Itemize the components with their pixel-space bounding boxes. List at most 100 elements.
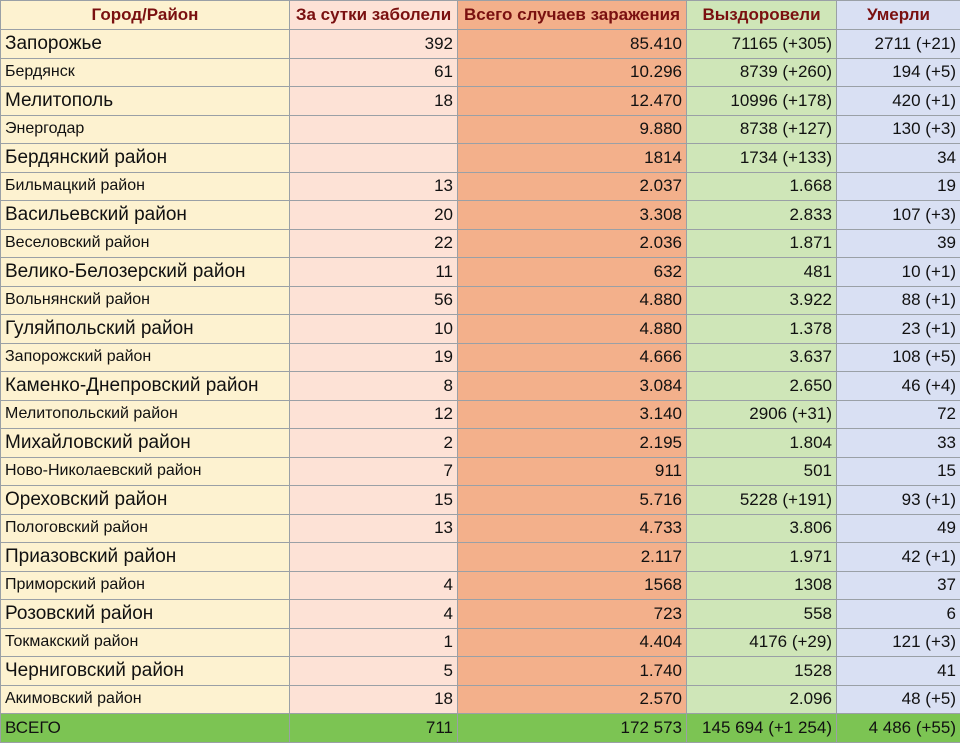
cell-total[interactable]: 12.470: [458, 87, 687, 116]
cell-total[interactable]: 3.140: [458, 400, 687, 429]
cell-recovered[interactable]: 2.096: [687, 685, 837, 714]
cell-total[interactable]: 3.084: [458, 372, 687, 401]
cell-total-died[interactable]: 4 486 (+55): [837, 714, 960, 743]
cell-died[interactable]: 93 (+1): [837, 486, 960, 515]
cell-died[interactable]: 41: [837, 657, 960, 686]
cell-recovered[interactable]: 1.804: [687, 429, 837, 458]
cell-died[interactable]: 15: [837, 457, 960, 486]
cell-total[interactable]: 10.296: [458, 58, 687, 87]
cell-total[interactable]: 4.404: [458, 628, 687, 657]
cell-recovered[interactable]: 71165 (+305): [687, 30, 837, 59]
cell-total-name[interactable]: ВСЕГО: [1, 714, 290, 743]
cell-name[interactable]: Мелитополь: [1, 87, 290, 116]
cell-name[interactable]: Вольнянский район: [1, 286, 290, 315]
cell-daily[interactable]: 13: [290, 514, 458, 543]
cell-daily[interactable]: 18: [290, 87, 458, 116]
cell-died[interactable]: 49: [837, 514, 960, 543]
cell-daily[interactable]: 12: [290, 400, 458, 429]
cell-died[interactable]: 33: [837, 429, 960, 458]
cell-name[interactable]: Бильмацкий район: [1, 172, 290, 201]
cell-daily[interactable]: 10: [290, 315, 458, 344]
cell-recovered[interactable]: 5228 (+191): [687, 486, 837, 515]
cell-name[interactable]: Васильевский район: [1, 201, 290, 230]
cell-name[interactable]: Мелитопольский район: [1, 400, 290, 429]
cell-died[interactable]: 39: [837, 229, 960, 258]
cell-died[interactable]: 420 (+1): [837, 87, 960, 116]
cell-total[interactable]: 5.716: [458, 486, 687, 515]
cell-total[interactable]: 1.740: [458, 657, 687, 686]
cell-daily[interactable]: 15: [290, 486, 458, 515]
cell-name[interactable]: Приморский район: [1, 571, 290, 600]
cell-daily[interactable]: 22: [290, 229, 458, 258]
cell-total[interactable]: 4.880: [458, 315, 687, 344]
cell-recovered[interactable]: 1.378: [687, 315, 837, 344]
cell-died[interactable]: 10 (+1): [837, 258, 960, 287]
cell-died[interactable]: 130 (+3): [837, 115, 960, 144]
cell-daily[interactable]: 20: [290, 201, 458, 230]
cell-died[interactable]: 46 (+4): [837, 372, 960, 401]
cell-daily[interactable]: 13: [290, 172, 458, 201]
cell-total[interactable]: 9.880: [458, 115, 687, 144]
cell-total[interactable]: 1814: [458, 144, 687, 173]
header-daily[interactable]: За сутки заболели: [290, 1, 458, 30]
cell-daily[interactable]: 5: [290, 657, 458, 686]
cell-daily[interactable]: [290, 144, 458, 173]
cell-daily[interactable]: 11: [290, 258, 458, 287]
cell-name[interactable]: Энергодар: [1, 115, 290, 144]
cell-daily[interactable]: 392: [290, 30, 458, 59]
cell-total[interactable]: 2.037: [458, 172, 687, 201]
cell-recovered[interactable]: 3.806: [687, 514, 837, 543]
cell-total[interactable]: 2.036: [458, 229, 687, 258]
header-recovered[interactable]: Выздоровели: [687, 1, 837, 30]
cell-daily[interactable]: 8: [290, 372, 458, 401]
cell-daily[interactable]: 2: [290, 429, 458, 458]
cell-recovered[interactable]: 2906 (+31): [687, 400, 837, 429]
cell-total[interactable]: 2.195: [458, 429, 687, 458]
cell-died[interactable]: 107 (+3): [837, 201, 960, 230]
cell-recovered[interactable]: 2.833: [687, 201, 837, 230]
cell-total[interactable]: 3.308: [458, 201, 687, 230]
cell-recovered[interactable]: 1734 (+133): [687, 144, 837, 173]
cell-name[interactable]: Бердянск: [1, 58, 290, 87]
cell-name[interactable]: Приазовский район: [1, 543, 290, 572]
cell-total[interactable]: 4.733: [458, 514, 687, 543]
cell-name[interactable]: Веселовский район: [1, 229, 290, 258]
cell-recovered[interactable]: 3.922: [687, 286, 837, 315]
cell-died[interactable]: 88 (+1): [837, 286, 960, 315]
cell-name[interactable]: Розовский район: [1, 600, 290, 629]
cell-name[interactable]: Пологовский район: [1, 514, 290, 543]
cell-died[interactable]: 108 (+5): [837, 343, 960, 372]
header-total[interactable]: Всего случаев заражения: [458, 1, 687, 30]
cell-recovered[interactable]: 1.971: [687, 543, 837, 572]
cell-died[interactable]: 37: [837, 571, 960, 600]
cell-recovered[interactable]: 501: [687, 457, 837, 486]
cell-name[interactable]: Гуляйпольский район: [1, 315, 290, 344]
cell-total-total[interactable]: 172 573: [458, 714, 687, 743]
cell-recovered[interactable]: 2.650: [687, 372, 837, 401]
cell-total-daily[interactable]: 711: [290, 714, 458, 743]
cell-died[interactable]: 42 (+1): [837, 543, 960, 572]
cell-name[interactable]: Токмакский район: [1, 628, 290, 657]
cell-died[interactable]: 48 (+5): [837, 685, 960, 714]
cell-total[interactable]: 632: [458, 258, 687, 287]
cell-daily[interactable]: 1: [290, 628, 458, 657]
cell-name[interactable]: Акимовский район: [1, 685, 290, 714]
cell-recovered[interactable]: 558: [687, 600, 837, 629]
cell-died[interactable]: 23 (+1): [837, 315, 960, 344]
cell-died[interactable]: 72: [837, 400, 960, 429]
cell-died[interactable]: 19: [837, 172, 960, 201]
cell-recovered[interactable]: 10996 (+178): [687, 87, 837, 116]
cell-died[interactable]: 6: [837, 600, 960, 629]
cell-recovered[interactable]: 4176 (+29): [687, 628, 837, 657]
cell-died[interactable]: 194 (+5): [837, 58, 960, 87]
cell-name[interactable]: Запорожский район: [1, 343, 290, 372]
cell-recovered[interactable]: 1528: [687, 657, 837, 686]
cell-recovered[interactable]: 1308: [687, 571, 837, 600]
cell-total[interactable]: 4.880: [458, 286, 687, 315]
cell-total[interactable]: 4.666: [458, 343, 687, 372]
cell-died[interactable]: 121 (+3): [837, 628, 960, 657]
cell-name[interactable]: Черниговский район: [1, 657, 290, 686]
cell-daily[interactable]: 4: [290, 600, 458, 629]
cell-daily[interactable]: 61: [290, 58, 458, 87]
cell-recovered[interactable]: 481: [687, 258, 837, 287]
